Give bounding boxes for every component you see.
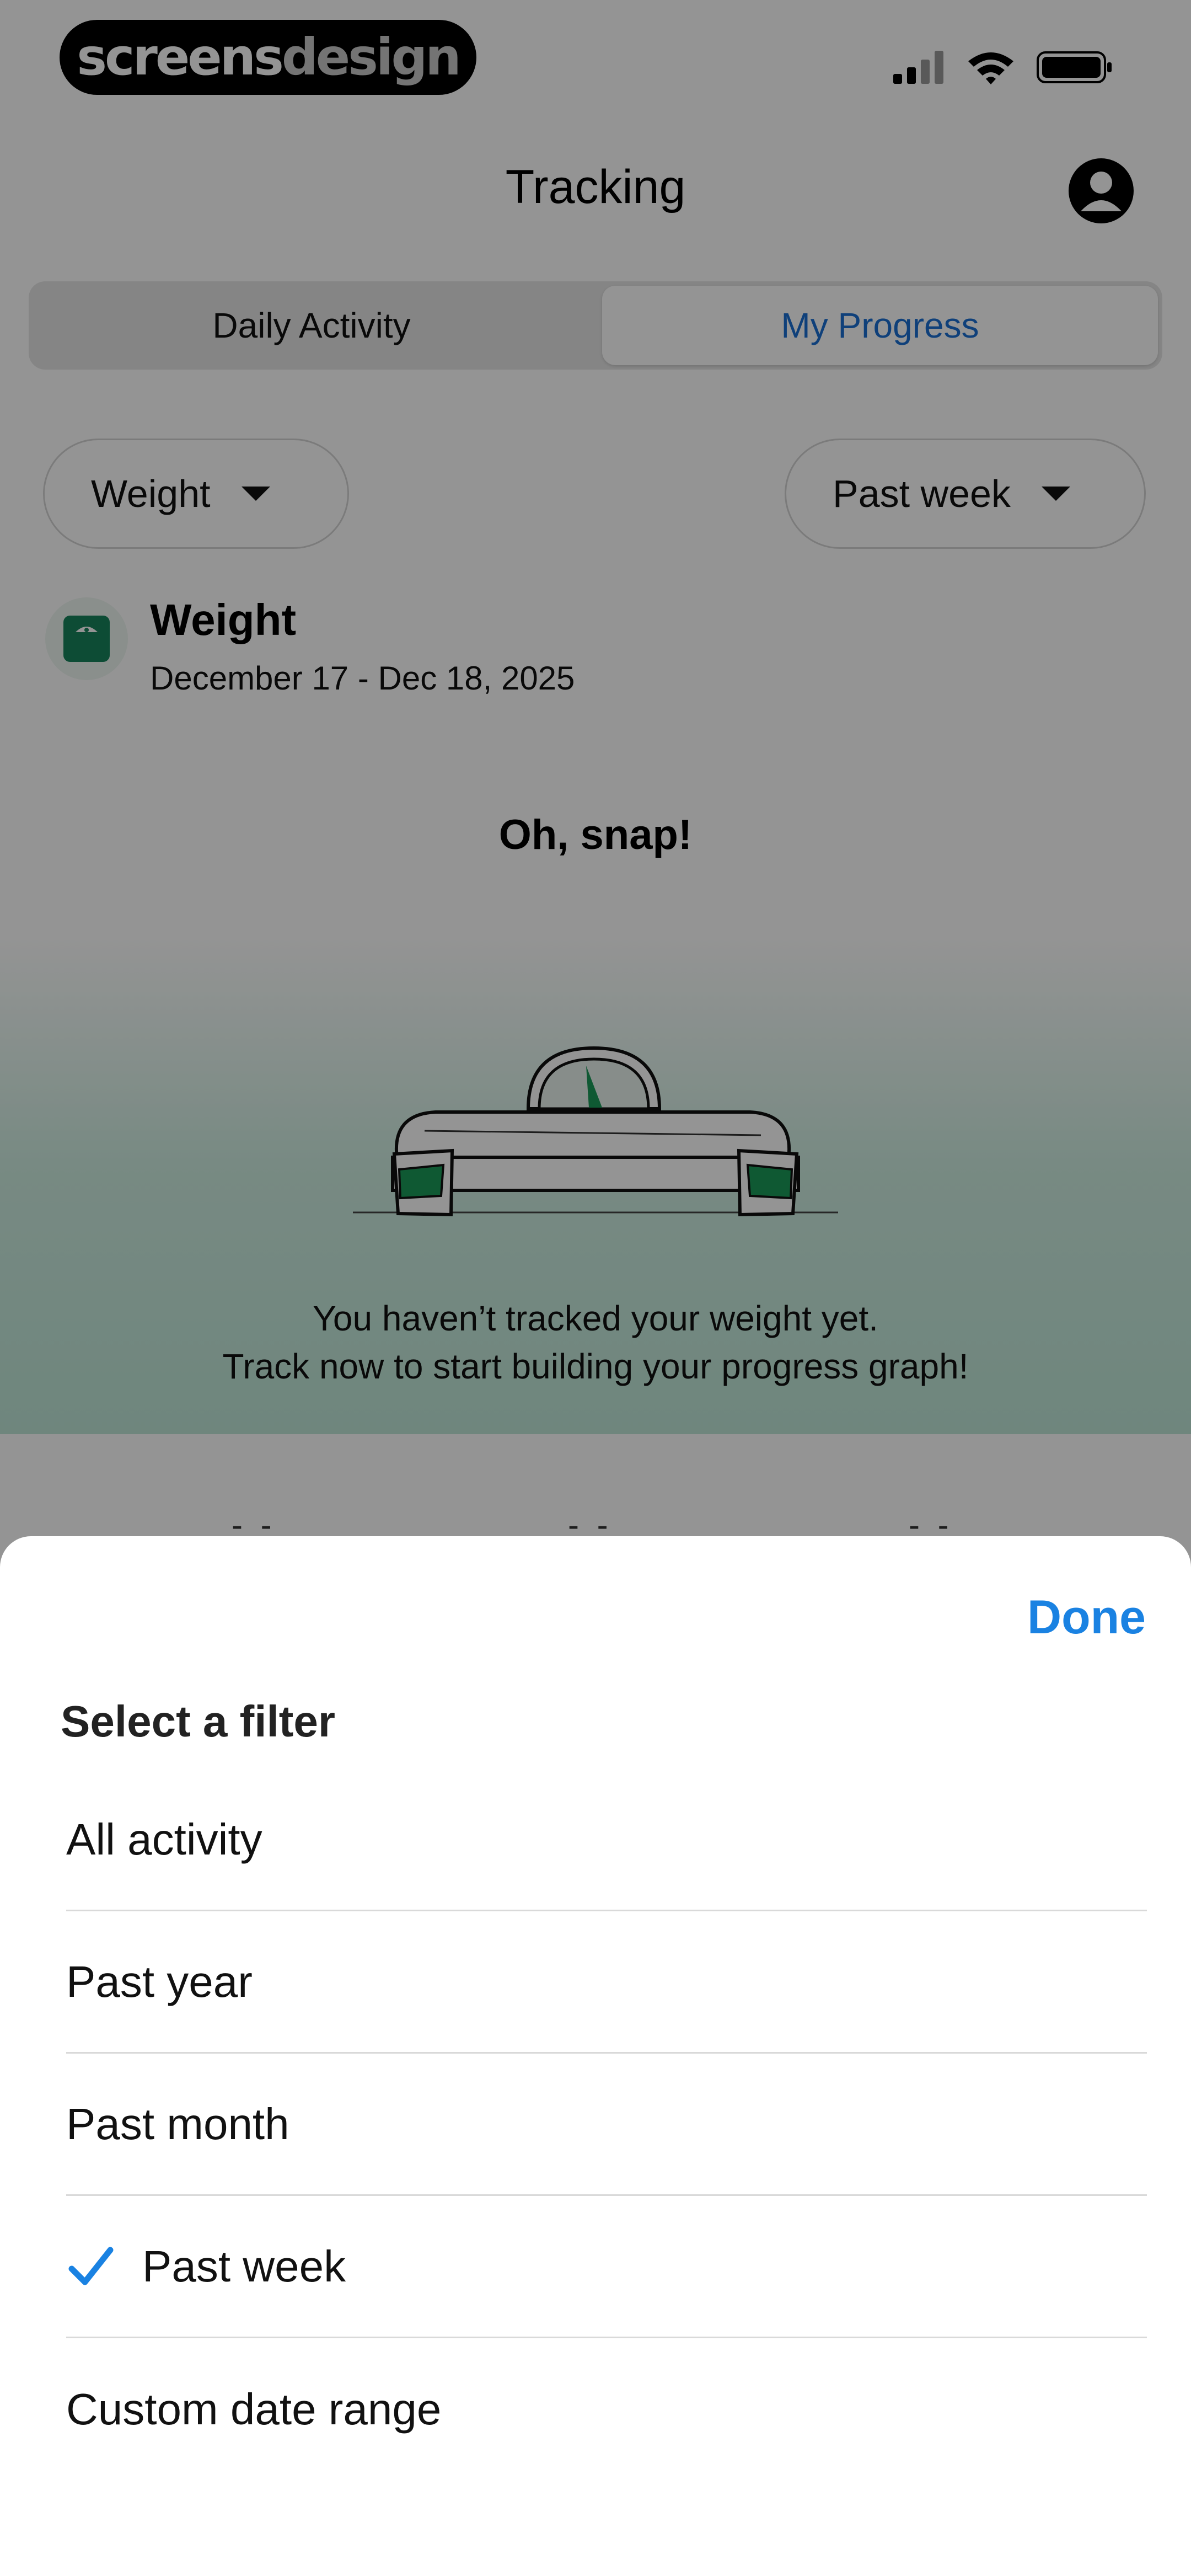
filter-option-custom-date-range[interactable]: Custom date range <box>66 2338 1147 2481</box>
filter-option-past-month[interactable]: Past month <box>66 2054 1147 2196</box>
filter-option-label: Custom date range <box>66 2385 442 2434</box>
filter-bottom-sheet: Done Select a filter All activity Past y… <box>0 1536 1191 2576</box>
filter-option-label: Past year <box>66 1957 253 2006</box>
done-button[interactable]: Done <box>1027 1590 1146 1645</box>
checkmark-icon <box>66 2239 121 2294</box>
filter-option-label: Past week <box>142 2241 346 2291</box>
filter-option-past-year[interactable]: Past year <box>66 1911 1147 2054</box>
sheet-title: Select a filter <box>61 1697 336 1746</box>
filter-option-all-activity[interactable]: All activity <box>66 1769 1147 1911</box>
filter-option-label: All activity <box>66 1814 262 1864</box>
filter-option-past-week[interactable]: Past week <box>66 2196 1147 2338</box>
filter-option-label: Past month <box>66 2099 289 2149</box>
app-screen: screens design Tracking Daily Activity M… <box>0 0 1191 2576</box>
